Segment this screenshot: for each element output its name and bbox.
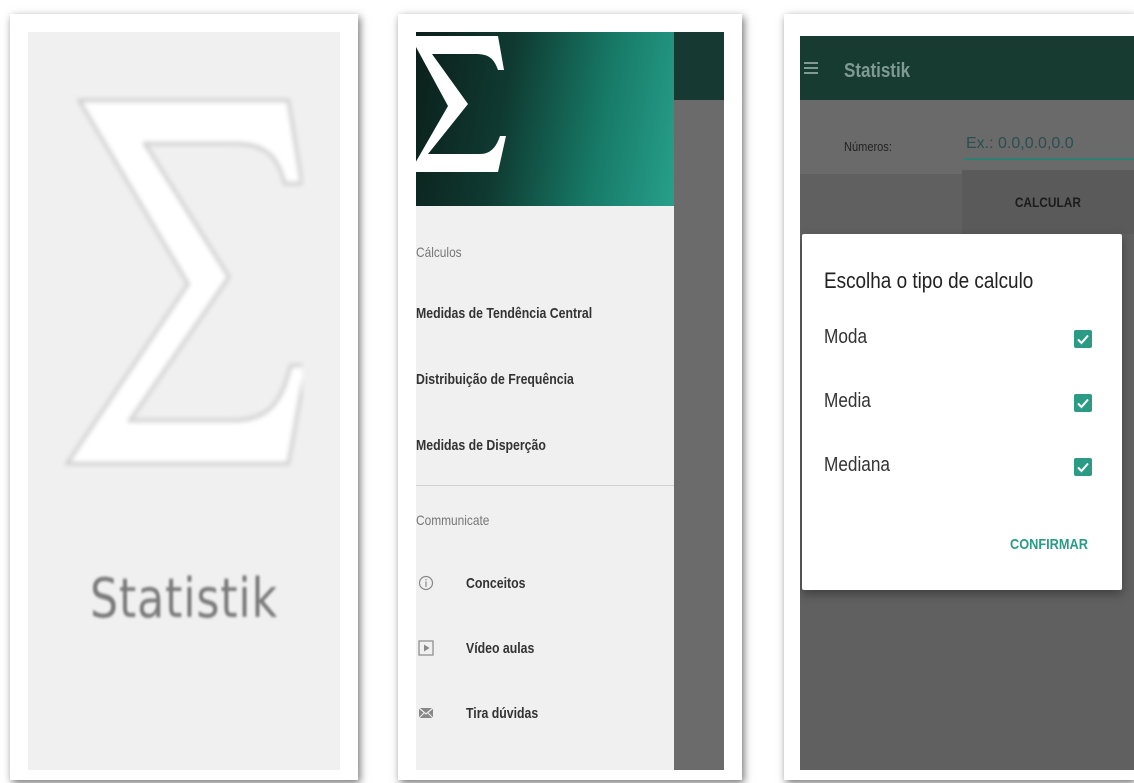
mail-icon bbox=[418, 707, 434, 719]
numbers-input[interactable] bbox=[964, 130, 1134, 160]
option-media-label: Media bbox=[824, 390, 871, 412]
calculate-button-label: CALCULAR bbox=[1014, 194, 1082, 210]
info-icon bbox=[418, 575, 434, 591]
nav-item-video-aulas-label: Vídeo aulas bbox=[466, 640, 535, 657]
calculation-type-dialog: Escolha o tipo de calculo Moda Media Med… bbox=[802, 234, 1122, 590]
checkmark-icon bbox=[1077, 334, 1089, 345]
sigma-icon bbox=[64, 99, 302, 465]
splash-screen: Statistik bbox=[28, 32, 340, 770]
nav-item-tendencia-central[interactable]: Medidas de Tendência Central bbox=[416, 305, 592, 322]
drawer-header bbox=[416, 32, 674, 206]
confirm-button-label: CONFIRMAR bbox=[1010, 536, 1088, 553]
dialog-title: Escolha o tipo de calculo bbox=[824, 268, 1034, 293]
option-mediana-label: Mediana bbox=[824, 454, 890, 476]
nav-item-medidas-dispercao[interactable]: Medidas de Disperção bbox=[416, 437, 546, 454]
checkmark-icon bbox=[1077, 398, 1089, 409]
nav-item-distribuicao-frequencia[interactable]: Distribuição de Frequência bbox=[416, 371, 574, 388]
section-label-calculos: Cálculos bbox=[416, 244, 462, 260]
navigation-drawer: Cálculos Medidas de Tendência Central Di… bbox=[416, 32, 674, 770]
nav-item-tira-duvidas-label: Tira dúvidas bbox=[466, 705, 539, 722]
checkmark-icon bbox=[1077, 462, 1089, 473]
splash-app-name: Statistik bbox=[89, 567, 279, 630]
hamburger-menu-icon[interactable] bbox=[804, 62, 818, 74]
scrim-appbar[interactable] bbox=[674, 32, 724, 100]
option-moda-label: Moda bbox=[824, 326, 868, 348]
section-label-communicate: Communicate bbox=[416, 512, 490, 528]
nav-item-conceitos-label: Conceitos bbox=[466, 575, 526, 592]
sigma-icon bbox=[416, 36, 506, 172]
calculator-screen: Statistik Números: CALCULAR Escolha o ti… bbox=[800, 36, 1134, 770]
option-moda-checkbox[interactable] bbox=[1074, 330, 1092, 348]
confirm-button[interactable]: CONFIRMAR bbox=[1010, 536, 1102, 553]
calculate-button[interactable]: CALCULAR bbox=[962, 170, 1134, 234]
numbers-label: Números: bbox=[844, 139, 892, 154]
play-icon bbox=[418, 640, 434, 656]
app-bar: Statistik bbox=[800, 36, 1134, 100]
option-media-checkbox[interactable] bbox=[1074, 394, 1092, 412]
app-title: Statistik bbox=[844, 60, 911, 82]
drawer-divider bbox=[416, 485, 674, 486]
option-mediana-checkbox[interactable] bbox=[1074, 458, 1092, 476]
drawer-screen: Cálculos Medidas de Tendência Central Di… bbox=[416, 32, 724, 770]
